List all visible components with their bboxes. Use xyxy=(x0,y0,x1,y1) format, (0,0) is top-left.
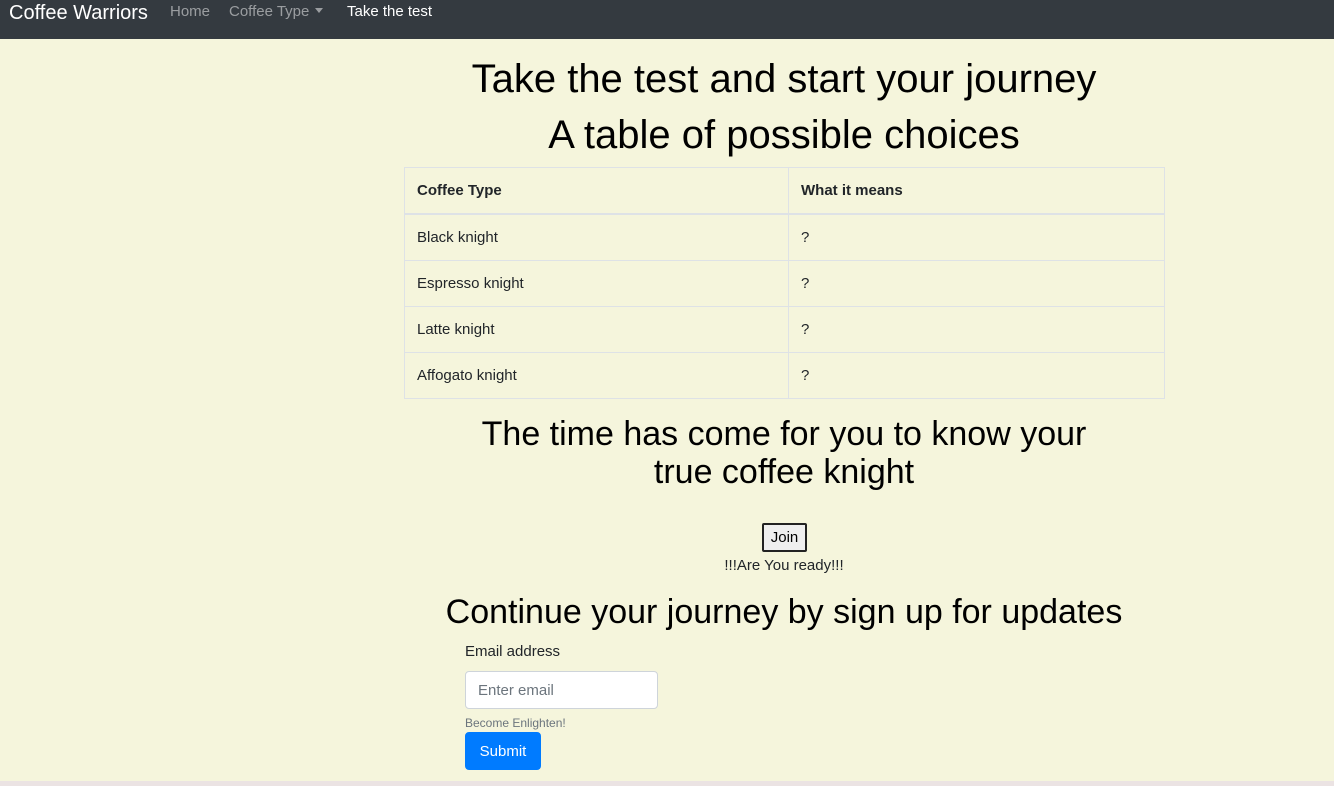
nav-link-home[interactable]: Home xyxy=(170,3,210,21)
signup-heading: Continue your journey by sign up for upd… xyxy=(445,593,1123,631)
column-header-what-it-means: What it means xyxy=(788,167,1165,215)
table-row: Latte knight ? xyxy=(404,306,1165,353)
navbar-brand[interactable]: Coffee Warriors xyxy=(9,1,148,25)
submit-button[interactable]: Submit xyxy=(465,732,541,770)
top-navbar: Coffee Warriors Home Coffee Type Take th… xyxy=(0,0,1334,39)
table-cell: ? xyxy=(788,213,1165,261)
page-title: Take the test and start your journey xyxy=(471,57,1097,101)
table-cell: Black knight xyxy=(404,213,789,261)
table-header-row: Coffee Type What it means xyxy=(404,167,1165,215)
table-cell: Latte knight xyxy=(404,306,789,353)
table-row: Affogato knight ? xyxy=(404,352,1165,399)
table-cell: ? xyxy=(788,352,1165,399)
table-row: Espresso knight ? xyxy=(404,260,1165,307)
table-cell: ? xyxy=(788,260,1165,307)
column-header-coffee-type: Coffee Type xyxy=(404,167,789,215)
prompt-line-2: true coffee knight xyxy=(653,453,915,491)
email-help-text: Become Enlighten! xyxy=(465,716,566,730)
table-row: Black knight ? xyxy=(404,213,1165,261)
prompt-line-1: The time has come for you to know your xyxy=(481,415,1087,453)
nav-dropdown-coffee-type[interactable]: Coffee Type xyxy=(229,3,324,21)
table-heading: A table of possible choices xyxy=(548,113,1020,157)
nav-dropdown-label: Coffee Type xyxy=(229,3,310,20)
caret-down-icon xyxy=(315,8,324,13)
join-button[interactable]: Join xyxy=(762,523,807,552)
nav-link-take-the-test[interactable]: Take the test xyxy=(347,3,432,21)
email-label: Email address xyxy=(465,643,561,660)
email-field[interactable] xyxy=(465,671,658,709)
ready-text: !!!Are You ready!!! xyxy=(724,557,844,574)
table-cell: ? xyxy=(788,306,1165,353)
table-cell: Espresso knight xyxy=(404,260,789,307)
choices-table: Coffee Type What it means Black knight ?… xyxy=(404,167,1165,399)
bottom-divider xyxy=(0,781,1334,786)
table-cell: Affogato knight xyxy=(404,352,789,399)
